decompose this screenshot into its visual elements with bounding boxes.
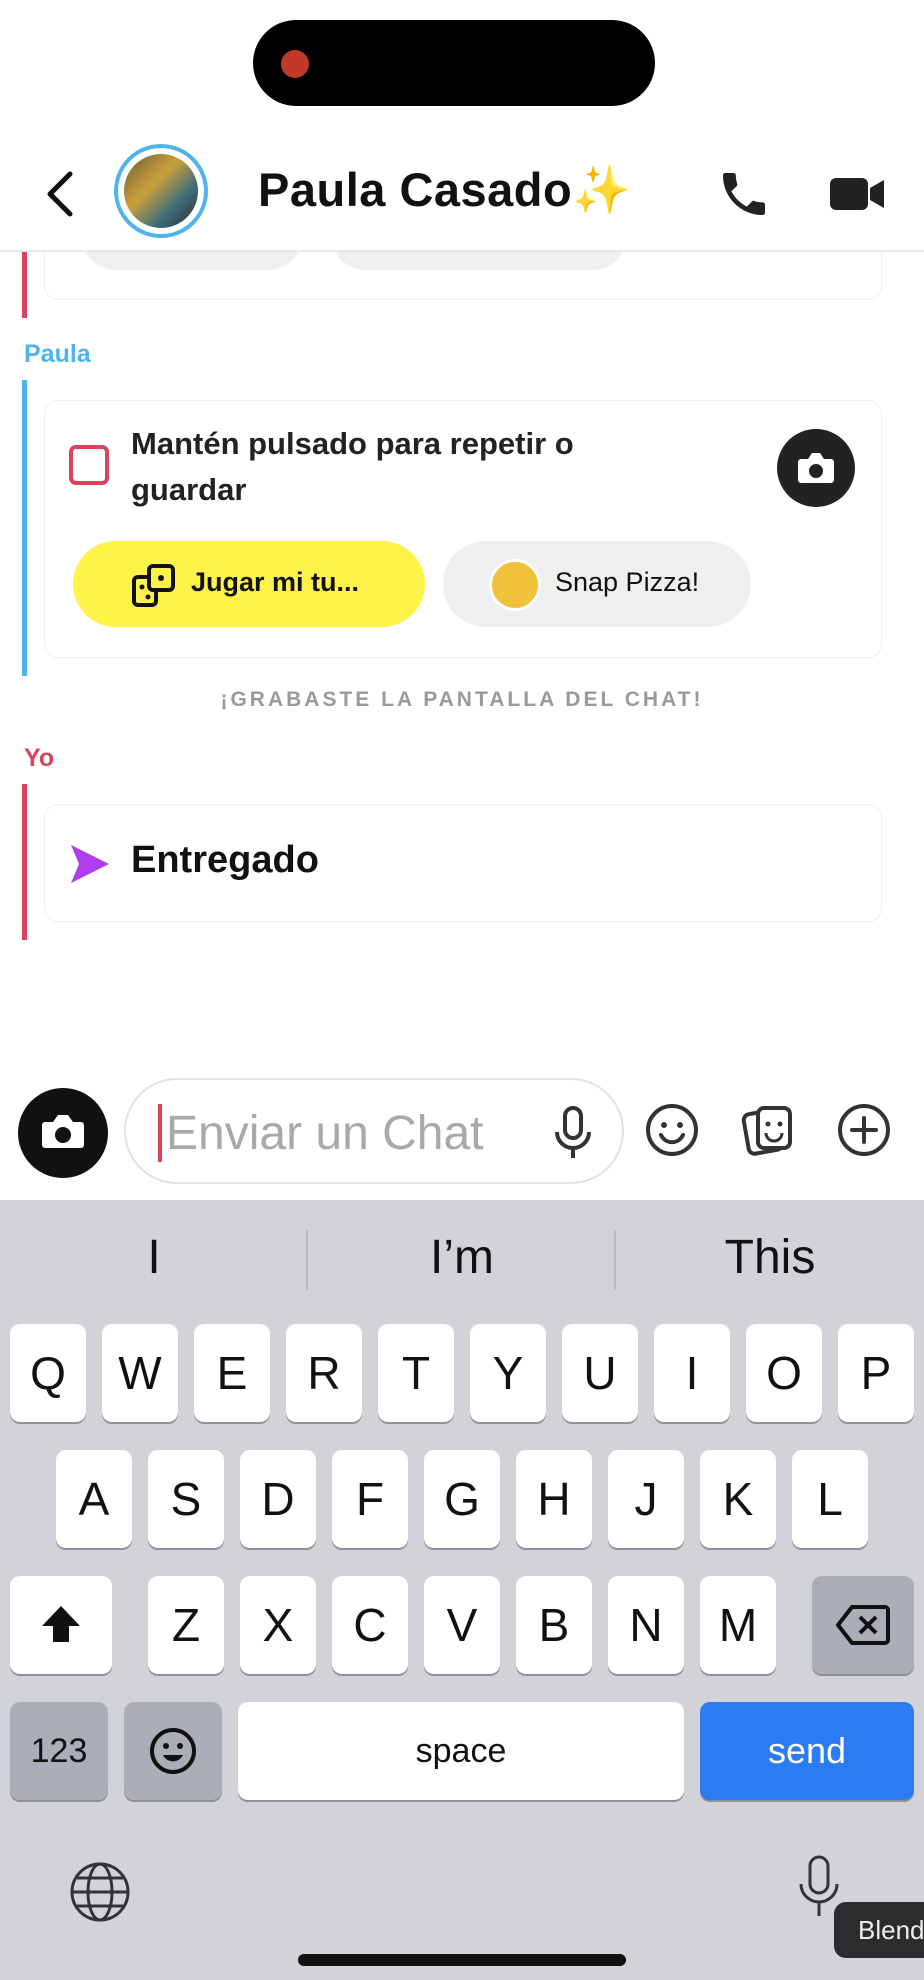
home-indicator[interactable]	[298, 1954, 626, 1966]
plus-icon[interactable]	[836, 1102, 892, 1158]
delivered-card[interactable]: Entregado	[44, 804, 882, 922]
sticker-icon[interactable]	[740, 1102, 796, 1158]
microphone-icon[interactable]	[546, 1104, 600, 1164]
key-w[interactable]: W	[102, 1324, 178, 1422]
key-h[interactable]: H	[516, 1450, 592, 1548]
blend-tooltip: Blend	[834, 1902, 924, 1958]
contact-name[interactable]: Paula Casado✨	[258, 162, 631, 218]
key-c[interactable]: C	[332, 1576, 408, 1674]
key-j[interactable]: J	[608, 1450, 684, 1548]
key-u[interactable]: U	[562, 1324, 638, 1422]
contact-avatar[interactable]	[114, 144, 208, 238]
key-l[interactable]: L	[792, 1450, 868, 1548]
screen-record-notice: ¡GRABASTE LA PANTALLA DEL CHAT!	[220, 688, 704, 711]
reply-camera-icon[interactable]	[777, 429, 855, 507]
phone-icon[interactable]	[716, 166, 772, 222]
camera-icon[interactable]	[18, 1088, 108, 1178]
key-t[interactable]: T	[378, 1324, 454, 1422]
key-e[interactable]: E	[194, 1324, 270, 1422]
key-v[interactable]: V	[424, 1576, 500, 1674]
smiley-icon[interactable]	[644, 1102, 700, 1158]
shift-arrow-icon	[42, 1606, 80, 1642]
snap-square-icon	[69, 445, 109, 485]
sender-label: Paula	[24, 340, 91, 368]
emoji-icon	[150, 1728, 196, 1774]
globe-icon[interactable]	[68, 1860, 132, 1924]
avatar-image	[124, 154, 198, 228]
key-m[interactable]: M	[700, 1576, 776, 1674]
key-d[interactable]: D	[240, 1450, 316, 1548]
suggestion-3[interactable]: This	[620, 1230, 920, 1285]
backspace-key[interactable]	[812, 1576, 914, 1674]
key-z[interactable]: Z	[148, 1576, 224, 1674]
key-a[interactable]: A	[56, 1450, 132, 1548]
space-key[interactable]: space	[238, 1702, 684, 1800]
key-x[interactable]: X	[240, 1576, 316, 1674]
pizza-game-icon	[489, 559, 541, 611]
chat-input-placeholder: Enviar un Chat	[166, 1107, 484, 1160]
key-k[interactable]: K	[700, 1450, 776, 1548]
backspace-icon	[836, 1605, 890, 1645]
chat-header: Paula Casado✨	[0, 140, 924, 252]
delivery-status: Entregado	[131, 839, 319, 881]
sender-label: Yo	[24, 744, 55, 772]
key-y[interactable]: Y	[470, 1324, 546, 1422]
text-caret	[158, 1104, 162, 1162]
snap-message-card[interactable]: Mantén pulsado para repetir o guardar Ju…	[44, 400, 882, 658]
key-q[interactable]: Q	[10, 1324, 86, 1422]
shift-key[interactable]	[10, 1576, 112, 1674]
sent-arrow-icon	[71, 845, 109, 883]
snap-pizza-label: Snap Pizza!	[555, 567, 700, 597]
key-p[interactable]: P	[838, 1324, 914, 1422]
suggestion-divider	[614, 1230, 616, 1290]
key-b[interactable]: B	[516, 1576, 592, 1674]
keyboard: I I’m This Q W E R T Y U I O P A S D F G…	[0, 1200, 924, 1980]
numbers-key[interactable]: 123	[10, 1702, 108, 1800]
key-f[interactable]: F	[332, 1450, 408, 1548]
suggestion-divider	[306, 1230, 308, 1290]
snap-pizza-button[interactable]: Snap Pizza!	[443, 541, 751, 627]
chat-input[interactable]: Enviar un Chat	[124, 1078, 624, 1184]
key-n[interactable]: N	[608, 1576, 684, 1674]
send-key[interactable]: send	[700, 1702, 914, 1800]
suggestion-1[interactable]: I	[4, 1230, 304, 1285]
emoji-key[interactable]	[124, 1702, 222, 1800]
my-message-bar	[22, 784, 27, 940]
play-game-label: Jugar mi tu...	[191, 567, 360, 597]
play-game-button[interactable]: Jugar mi tu...	[73, 541, 425, 627]
key-g[interactable]: G	[424, 1450, 500, 1548]
key-o[interactable]: O	[746, 1324, 822, 1422]
composer-bar: Enviar un Chat	[0, 1060, 924, 1200]
key-s[interactable]: S	[148, 1450, 224, 1548]
video-camera-icon[interactable]	[828, 168, 888, 220]
suggestion-2[interactable]: I’m	[312, 1230, 612, 1285]
dynamic-island	[253, 20, 655, 106]
phone-screen: Paula Casado✨ Paula Mantén pulsado para …	[0, 0, 924, 1980]
snap-hint-text: Mantén pulsado para repetir o guardar	[131, 426, 574, 507]
back-icon[interactable]	[38, 162, 88, 226]
recording-indicator	[281, 50, 309, 78]
paula-message-bar	[22, 380, 27, 676]
prev-message-bar	[22, 252, 27, 318]
dice-icon	[132, 564, 175, 607]
key-r[interactable]: R	[286, 1324, 362, 1422]
key-i[interactable]: I	[654, 1324, 730, 1422]
